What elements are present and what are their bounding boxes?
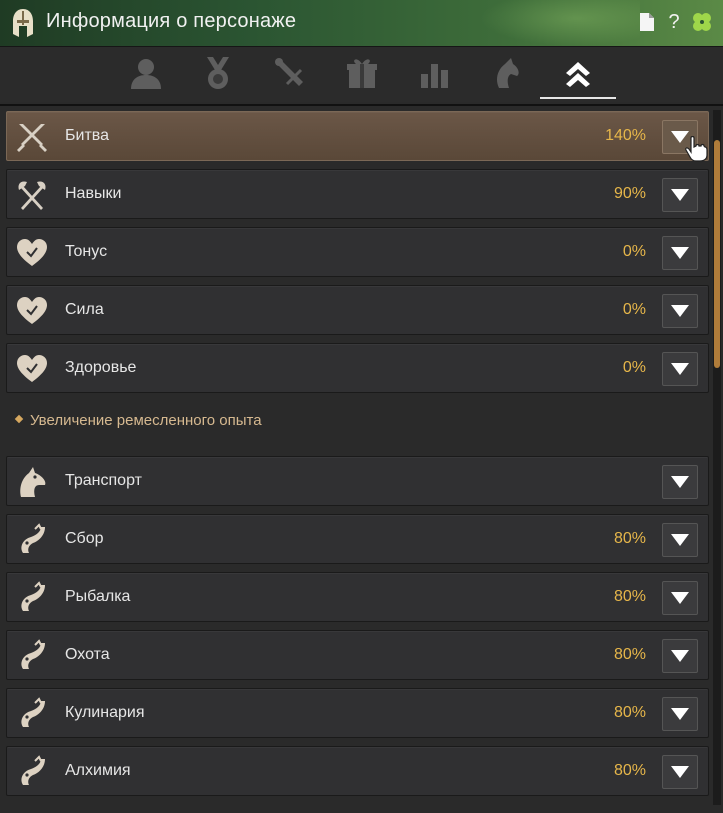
help-icon[interactable]: ? xyxy=(662,10,686,34)
crossed-axes-icon xyxy=(18,181,46,210)
medal-icon xyxy=(207,57,229,89)
heart-icon xyxy=(17,355,47,382)
hand-cursor-icon xyxy=(685,136,708,162)
row-value: 0% xyxy=(622,301,646,318)
dropdown-button[interactable] xyxy=(662,581,698,615)
chevron-down-icon xyxy=(671,247,689,259)
row-value: 80% xyxy=(613,704,646,721)
chevron-down-icon xyxy=(671,766,689,778)
row-value: 140% xyxy=(605,127,646,144)
row-alchemy[interactable]: Алхимия 80% xyxy=(6,746,709,796)
row-value: 80% xyxy=(613,588,646,605)
chevron-down-icon xyxy=(671,650,689,662)
section-title: Увеличение ремесленного опыта xyxy=(30,412,262,429)
heart-icon xyxy=(17,239,47,266)
row-label: Транспорт xyxy=(65,472,142,489)
diamond-bullet-icon xyxy=(14,414,24,424)
dropdown-button[interactable] xyxy=(662,465,698,499)
chevron-down-icon xyxy=(671,305,689,317)
row-value: 90% xyxy=(613,185,646,202)
row-health[interactable]: Здоровье 0% xyxy=(6,343,709,393)
section-heading: Увеличение ремесленного опыта xyxy=(14,412,262,429)
row-label: Навыки xyxy=(65,185,122,202)
gift-icon xyxy=(347,59,377,88)
scrollbar-thumb[interactable] xyxy=(714,140,720,368)
heart-icon xyxy=(17,297,47,324)
row-label: Битва xyxy=(65,127,109,144)
row-hunting[interactable]: Охота 80% xyxy=(6,630,709,680)
tab-person[interactable] xyxy=(126,55,166,91)
row-cooking[interactable]: Кулинария 80% xyxy=(6,688,709,738)
scroll-icon xyxy=(275,58,303,86)
row-value: 80% xyxy=(613,530,646,547)
chevron-down-icon xyxy=(671,708,689,720)
tab-scroll[interactable] xyxy=(270,55,310,91)
person-icon xyxy=(131,59,161,89)
chevron-down-icon xyxy=(671,592,689,604)
row-transport[interactable]: Транспорт xyxy=(6,456,709,506)
horse-head-icon xyxy=(497,58,519,88)
dropdown-button[interactable] xyxy=(662,697,698,731)
row-label: Охота xyxy=(65,646,110,663)
row-strength[interactable]: Сила 0% xyxy=(6,285,709,335)
tab-horse[interactable] xyxy=(486,55,526,91)
chevron-down-icon xyxy=(671,534,689,546)
row-skills[interactable]: Навыки 90% xyxy=(6,169,709,219)
dropdown-button[interactable] xyxy=(662,352,698,386)
dropdown-button[interactable] xyxy=(662,178,698,212)
row-label: Сбор xyxy=(65,530,104,547)
dropdown-button[interactable] xyxy=(662,523,698,557)
dropdown-button[interactable] xyxy=(662,639,698,673)
tab-medal[interactable] xyxy=(198,55,238,91)
window-title: Информация о персонаже xyxy=(46,10,297,32)
row-value: 80% xyxy=(613,762,646,779)
double-chevron-up-icon xyxy=(566,62,590,87)
row-tonus[interactable]: Тонус 0% xyxy=(6,227,709,277)
fish-hook-icon xyxy=(21,755,45,785)
dropdown-button[interactable] xyxy=(662,755,698,789)
help-glyph: ? xyxy=(668,10,680,33)
tab-stats[interactable] xyxy=(414,55,454,91)
page-icon[interactable] xyxy=(635,10,659,34)
row-fishing[interactable]: Рыбалка 80% xyxy=(6,572,709,622)
horse-icon xyxy=(20,467,46,497)
row-gathering[interactable]: Сбор 80% xyxy=(6,514,709,564)
row-label: Здоровье xyxy=(65,359,137,376)
row-value: 0% xyxy=(622,243,646,260)
row-label: Кулинария xyxy=(65,704,145,721)
row-battle[interactable]: Битва 140% xyxy=(6,111,709,161)
fish-hook-icon xyxy=(21,697,45,727)
row-value: 0% xyxy=(622,359,646,376)
tab-gift[interactable] xyxy=(342,55,382,91)
chevron-down-icon xyxy=(671,476,689,488)
title-bar[interactable]: Информация о персонаже ? xyxy=(0,0,723,47)
fish-hook-icon xyxy=(21,581,45,611)
crossed-swords-icon xyxy=(17,124,47,152)
content-list: Битва 140% Навыки 90% Тонус 0% Сила 0% З… xyxy=(6,108,711,808)
row-value: 80% xyxy=(613,646,646,663)
fish-hook-icon xyxy=(21,639,45,669)
chevron-down-icon xyxy=(671,363,689,375)
tabs-bar xyxy=(0,47,723,102)
row-label: Рыбалка xyxy=(65,588,131,605)
tabs-divider xyxy=(0,104,723,106)
stats-bars-icon xyxy=(421,64,448,88)
dropdown-button[interactable] xyxy=(662,294,698,328)
row-label: Сила xyxy=(65,301,104,318)
chevron-down-icon xyxy=(671,189,689,201)
tab-upgrade[interactable] xyxy=(540,55,616,99)
clover-icon[interactable] xyxy=(690,10,714,34)
row-label: Алхимия xyxy=(65,762,131,779)
fish-hook-icon xyxy=(21,523,45,553)
row-label: Тонус xyxy=(65,243,108,260)
character-info-window: Информация о персонаже ? Битва 140% Навы… xyxy=(0,0,723,813)
helmet-icon xyxy=(13,9,33,37)
dropdown-button[interactable] xyxy=(662,236,698,270)
